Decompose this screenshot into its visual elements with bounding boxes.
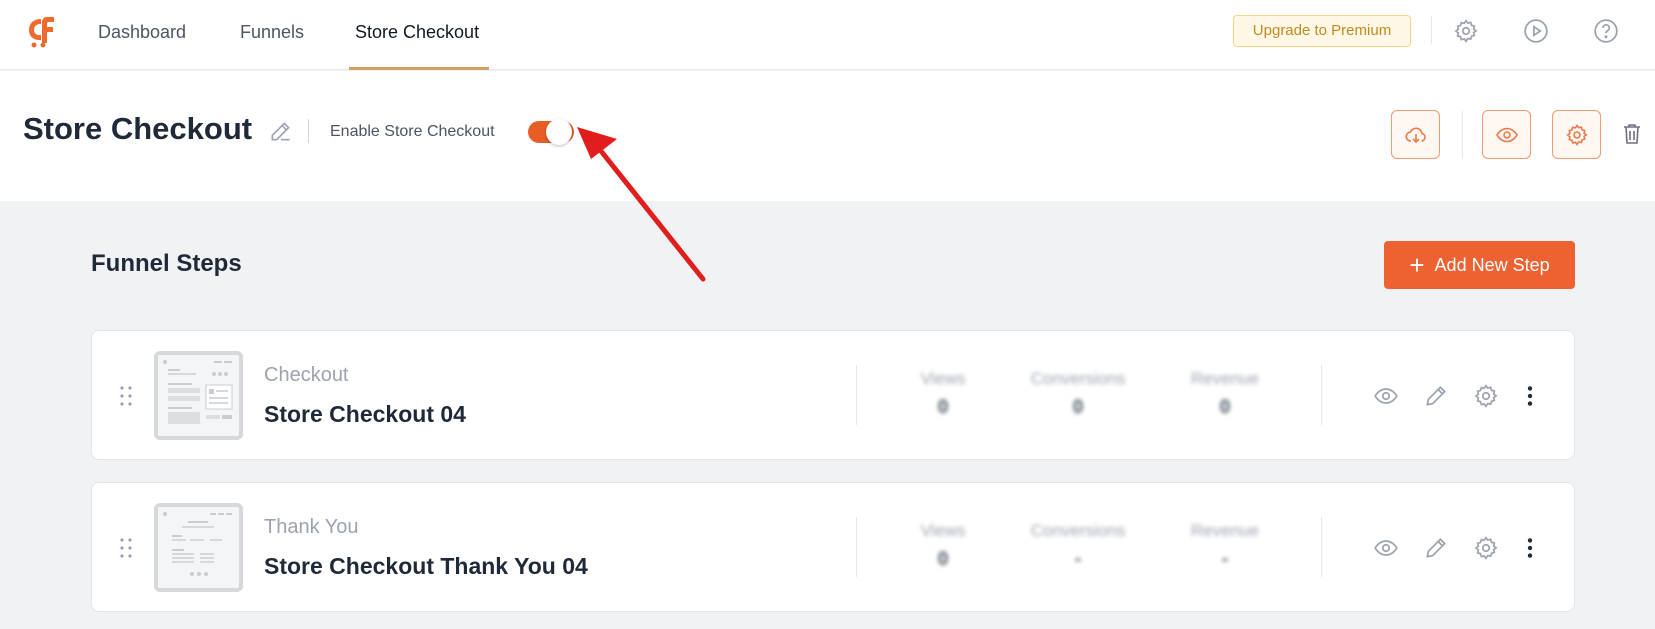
toggle-knob: [546, 119, 572, 145]
help-question-icon[interactable]: [1593, 18, 1619, 44]
conversions-label: Conversions: [1030, 521, 1126, 540]
enable-store-checkout-label: Enable Store Checkout: [330, 123, 495, 140]
red-annotation-arrow-icon: [577, 127, 706, 282]
step-stats: Views 0 Conversions - Revenue -: [92, 483, 1574, 611]
cloud-download-icon: [1404, 127, 1426, 143]
export-download-button[interactable]: [1391, 110, 1440, 159]
edit-title-pencil-icon[interactable]: [268, 118, 294, 144]
conversions-value: -: [1074, 549, 1082, 570]
step-settings-gear-icon[interactable]: [1473, 383, 1499, 409]
checkout-settings-button[interactable]: [1552, 110, 1601, 159]
funnel-step-card[interactable]: Checkout Store Checkout 04 Views 0 Conve…: [91, 330, 1575, 460]
revenue-value: -: [1221, 549, 1229, 570]
revenue-label: Revenue: [1190, 369, 1260, 388]
plus-icon: +: [1409, 250, 1425, 280]
page-title: Store Checkout: [23, 111, 253, 146]
add-new-step-label: Add New Step: [1434, 254, 1550, 275]
add-new-step-button[interactable]: + Add New Step: [1384, 241, 1575, 289]
conversions-value: 0: [1072, 397, 1084, 418]
funnel-steps-title: Funnel Steps: [91, 250, 242, 277]
revenue-label: Revenue: [1190, 521, 1260, 540]
view-step-eye-icon[interactable]: [1373, 383, 1399, 409]
active-tab-indicator: [349, 67, 489, 70]
top-navigation: Dashboard Funnels Store Checkout Upgrade…: [0, 0, 1655, 70]
step-stats: Views 0 Conversions 0 Revenue 0: [92, 331, 1574, 459]
view-step-eye-icon[interactable]: [1373, 535, 1399, 561]
nav-link-dashboard[interactable]: Dashboard: [98, 0, 186, 70]
step-settings-gear-icon[interactable]: [1473, 535, 1499, 561]
header-buttons-divider: [1462, 111, 1463, 159]
settings-gear-icon[interactable]: [1453, 18, 1479, 44]
more-options-kebab-icon[interactable]: [1517, 535, 1543, 561]
enable-store-checkout-toggle[interactable]: [528, 119, 574, 145]
header-divider: [308, 119, 309, 143]
views-value: 0: [937, 397, 949, 418]
funnel-step-card[interactable]: Thank You Store Checkout Thank You 04 Vi…: [91, 482, 1575, 612]
play-video-icon[interactable]: [1523, 18, 1549, 44]
cartflows-logo[interactable]: [25, 13, 61, 49]
views-label: Views: [920, 521, 966, 540]
nav-divider: [1431, 16, 1432, 44]
edit-step-pencil-icon[interactable]: [1423, 383, 1449, 409]
views-label: Views: [920, 369, 966, 388]
page-header: Store Checkout Enable Store Checkout: [0, 71, 1655, 282]
views-value: 0: [937, 549, 949, 570]
more-options-kebab-icon[interactable]: [1517, 383, 1543, 409]
preview-button[interactable]: [1482, 110, 1531, 159]
conversions-label: Conversions: [1030, 369, 1126, 388]
revenue-value: 0: [1219, 397, 1231, 418]
delete-trash-icon[interactable]: [1620, 121, 1644, 147]
nav-link-store-checkout[interactable]: Store Checkout: [355, 0, 479, 70]
eye-icon: [1495, 127, 1518, 142]
nav-link-funnels[interactable]: Funnels: [240, 0, 304, 70]
actions-divider: [1321, 517, 1322, 577]
upgrade-premium-button[interactable]: Upgrade to Premium: [1233, 15, 1411, 47]
gear-icon: [1565, 123, 1588, 146]
actions-divider: [1321, 365, 1322, 425]
edit-step-pencil-icon[interactable]: [1423, 535, 1449, 561]
